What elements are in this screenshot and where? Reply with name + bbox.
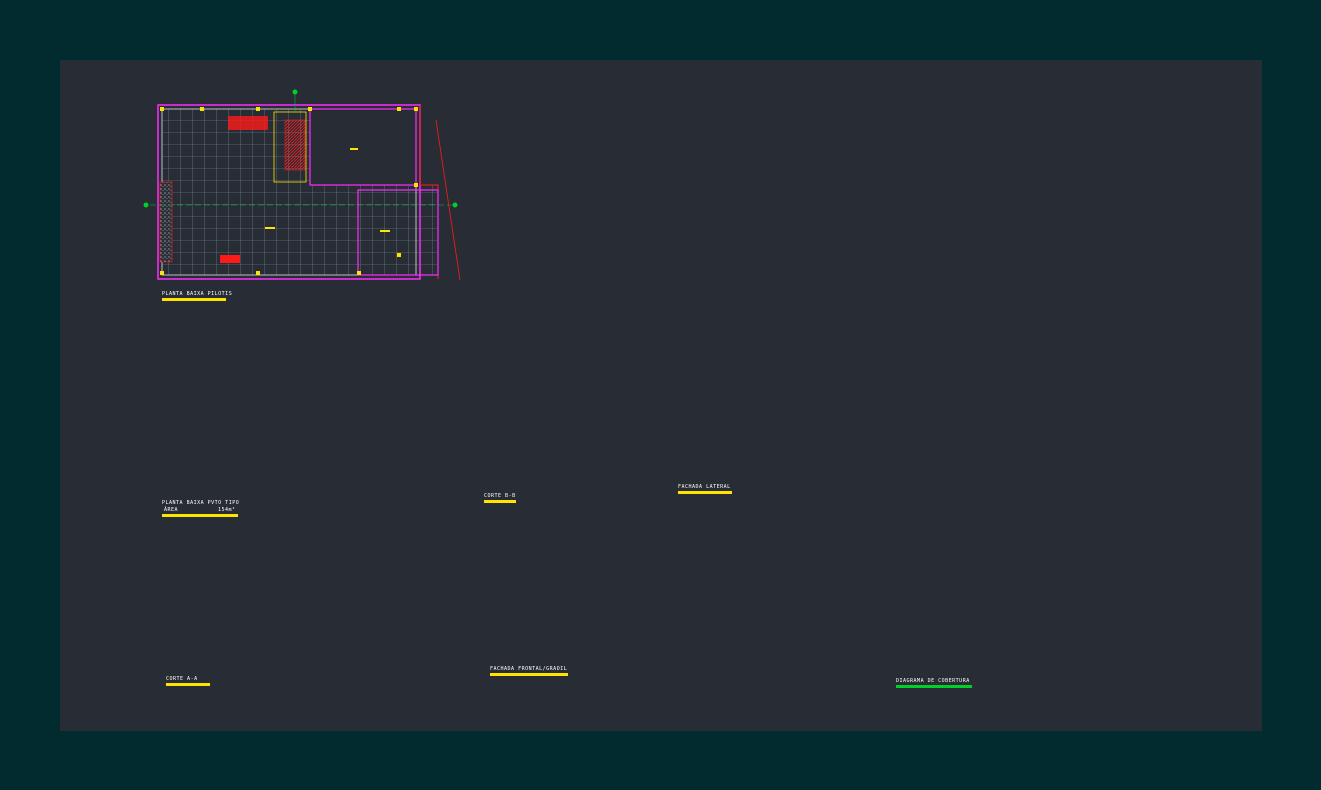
label-area: ÁREA — [164, 507, 179, 513]
label-area-value: 154m² — [218, 507, 236, 513]
underline-fachada-frontal — [490, 673, 568, 676]
label-diagrama-cobertura: DIAGRAMA DE COBERTURA — [896, 678, 970, 684]
underline-diagrama-cobertura — [896, 685, 972, 688]
model-space[interactable]: PLANTA BAIXA PILOTIS PLANTA BAIXA PVTO T… — [60, 60, 1262, 731]
label-fachada-frontal: FACHADA FRONTAL/GRADIL — [490, 666, 568, 672]
underline-corte-bb — [484, 500, 516, 503]
cad-drawing[interactable] — [60, 60, 1262, 731]
label-fachada-lateral: FACHADA LATERAL — [678, 484, 731, 490]
label-corte-bb: CORTE B-B — [484, 493, 516, 499]
underline-planta-tipo — [162, 514, 238, 517]
underline-planta-pilotis — [162, 298, 226, 301]
planta-pilotis[interactable] — [143, 89, 461, 281]
underline-corte-aa — [166, 683, 210, 686]
label-planta-tipo: PLANTA BAIXA PVTO TIPO — [162, 500, 240, 506]
label-corte-aa: CORTE A-A — [166, 676, 198, 682]
label-planta-pilotis: PLANTA BAIXA PILOTIS — [162, 291, 233, 297]
underline-fachada-lateral — [678, 491, 732, 494]
